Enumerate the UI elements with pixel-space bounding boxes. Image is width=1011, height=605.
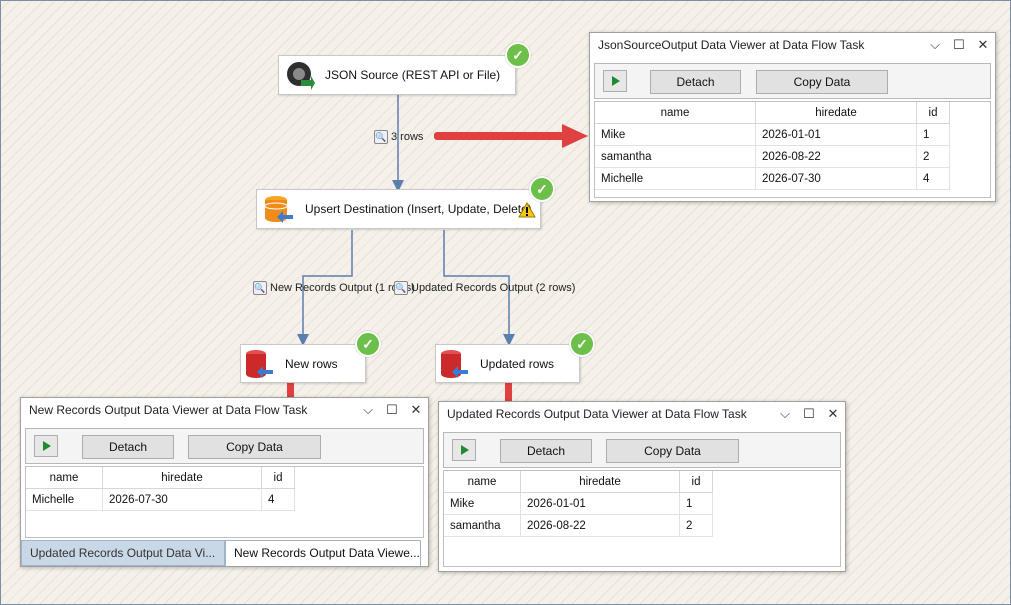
column-header[interactable]: id — [916, 102, 950, 124]
column-header[interactable]: hiredate — [755, 102, 917, 124]
grid-header-row: name hiredate id — [444, 471, 713, 493]
close-icon[interactable]: ✕ — [821, 406, 845, 422]
json-source-label: JSON Source (REST API or File) — [325, 68, 501, 82]
red-arrow-to-json-viewer — [434, 124, 588, 148]
upsert-success-icon: ✓ — [529, 176, 555, 202]
cell: samantha — [444, 514, 521, 537]
cell: 2026-07-30 — [755, 167, 917, 190]
viewer-title: New Records Output Data Viewer at Data F… — [29, 403, 308, 417]
warning-icon — [518, 202, 536, 218]
column-header[interactable]: id — [261, 467, 295, 489]
detach-button[interactable]: Detach — [82, 435, 174, 459]
viewer-data-grid[interactable]: name hiredate id Mike 2026-01-01 1 saman… — [594, 101, 991, 198]
column-header[interactable]: name — [444, 471, 521, 493]
path-label-source-text: 3 rows — [391, 131, 424, 143]
continue-play-button[interactable] — [34, 435, 58, 457]
column-header[interactable]: name — [595, 102, 756, 124]
continue-play-button[interactable] — [452, 439, 476, 461]
cell: 2026-01-01 — [755, 123, 917, 146]
cell: Michelle — [26, 488, 103, 511]
destination-icon — [246, 349, 273, 378]
new-records-data-viewer: New Records Output Data Viewer at Data F… — [20, 397, 429, 567]
path-label-updated-records-text: Updated Records Output (2 rows) — [411, 282, 576, 294]
upsert-destination-label: Upsert Destination (Insert, Update, Dele… — [305, 202, 532, 216]
maximize-icon[interactable]: ☐ — [380, 402, 404, 418]
cell: 2 — [916, 145, 950, 168]
new-rows-label: New rows — [285, 356, 338, 371]
new-rows-success-icon: ✓ — [355, 331, 381, 357]
cell: 2026-07-30 — [102, 488, 262, 511]
maximize-icon[interactable]: ☐ — [947, 37, 971, 53]
path-label-source[interactable]: 🔍 3 rows — [374, 130, 423, 144]
json-source-data-viewer: JsonSourceOutput Data Viewer at Data Flo… — [589, 32, 996, 202]
json-source-icon — [287, 62, 315, 90]
json-source-component[interactable]: JSON Source (REST API or File) — [278, 55, 516, 95]
copy-data-button[interactable]: Copy Data — [756, 70, 888, 94]
viewer-data-grid[interactable]: name hiredate id Mike 2026-01-01 1 saman… — [443, 470, 841, 567]
table-row[interactable]: Mike 2026-01-01 1 — [595, 123, 950, 146]
viewer-title-bar[interactable]: Updated Records Output Data Viewer at Da… — [439, 402, 845, 426]
updated-rows-component[interactable]: Updated rows — [435, 344, 580, 383]
table-row[interactable]: Michelle 2026-07-30 4 — [26, 488, 295, 511]
cell: samantha — [595, 145, 756, 168]
cell: 2026-01-01 — [520, 492, 680, 515]
cell: 4 — [261, 488, 295, 511]
grid-header-row: name hiredate id — [595, 102, 950, 124]
detach-button[interactable]: Detach — [500, 439, 592, 463]
new-rows-component[interactable]: New rows — [240, 344, 366, 383]
close-icon[interactable]: ✕ — [404, 402, 428, 418]
tab-new-records-viewer[interactable]: New Records Output Data Viewe... — [225, 540, 421, 566]
maximize-icon[interactable]: ☐ — [797, 406, 821, 422]
dropdown-icon[interactable]: ⌵ — [773, 406, 797, 422]
dropdown-icon[interactable]: ⌵ — [356, 402, 380, 418]
data-viewer-magnifier-icon: 🔍 — [394, 281, 408, 295]
cell: Michelle — [595, 167, 756, 190]
data-viewer-magnifier-icon: 🔍 — [374, 130, 388, 144]
detach-button[interactable]: Detach — [650, 70, 741, 94]
column-header[interactable]: name — [26, 467, 103, 489]
column-header[interactable]: id — [679, 471, 713, 493]
table-row[interactable]: samantha 2026-08-22 2 — [444, 514, 713, 537]
viewer-title: JsonSourceOutput Data Viewer at Data Flo… — [598, 38, 865, 52]
upsert-destination-component[interactable]: Upsert Destination (Insert, Update, Dele… — [256, 189, 541, 229]
data-viewer-magnifier-icon: 🔍 — [253, 281, 267, 295]
column-header[interactable]: hiredate — [520, 471, 680, 493]
path-label-updated-records[interactable]: 🔍 Updated Records Output (2 rows) — [394, 281, 575, 295]
table-row[interactable]: samantha 2026-08-22 2 — [595, 145, 950, 168]
path-label-new-records[interactable]: 🔍 New Records Output (1 rows) — [253, 281, 415, 295]
viewer-toolbar: Detach Copy Data — [443, 432, 841, 468]
viewer-toolbar: Detach Copy Data — [594, 63, 991, 99]
copy-data-button[interactable]: Copy Data — [188, 435, 321, 459]
viewer-title-bar[interactable]: New Records Output Data Viewer at Data F… — [21, 398, 428, 422]
cell: Mike — [444, 492, 521, 515]
destination-icon — [441, 349, 468, 378]
viewer-tab-strip: Updated Records Output Data Vi... New Re… — [21, 540, 428, 566]
cell: 4 — [916, 167, 950, 190]
cell: 1 — [916, 123, 950, 146]
viewer-toolbar: Detach Copy Data — [25, 428, 424, 464]
cell: 2 — [679, 514, 713, 537]
table-row[interactable]: Mike 2026-01-01 1 — [444, 492, 713, 515]
tab-updated-records-viewer[interactable]: Updated Records Output Data Vi... — [21, 540, 225, 566]
updated-records-data-viewer: Updated Records Output Data Viewer at Da… — [438, 401, 846, 572]
table-row[interactable]: Michelle 2026-07-30 4 — [595, 167, 950, 190]
cell: 2026-08-22 — [520, 514, 680, 537]
updated-rows-success-icon: ✓ — [569, 331, 595, 357]
continue-play-button[interactable] — [603, 70, 627, 92]
close-icon[interactable]: ✕ — [971, 37, 995, 53]
cell: 2026-08-22 — [755, 145, 917, 168]
copy-data-button[interactable]: Copy Data — [606, 439, 739, 463]
cell: Mike — [595, 123, 756, 146]
cell: 1 — [679, 492, 713, 515]
json-source-success-icon: ✓ — [505, 42, 531, 68]
updated-rows-label: Updated rows — [480, 356, 555, 371]
column-header[interactable]: hiredate — [102, 467, 262, 489]
grid-header-row: name hiredate id — [26, 467, 295, 489]
upsert-destination-icon — [264, 196, 293, 223]
viewer-title: Updated Records Output Data Viewer at Da… — [447, 407, 747, 421]
viewer-data-grid[interactable]: name hiredate id Michelle 2026-07-30 4 — [25, 466, 424, 538]
dropdown-icon[interactable]: ⌵ — [923, 37, 947, 53]
viewer-title-bar[interactable]: JsonSourceOutput Data Viewer at Data Flo… — [590, 33, 995, 57]
